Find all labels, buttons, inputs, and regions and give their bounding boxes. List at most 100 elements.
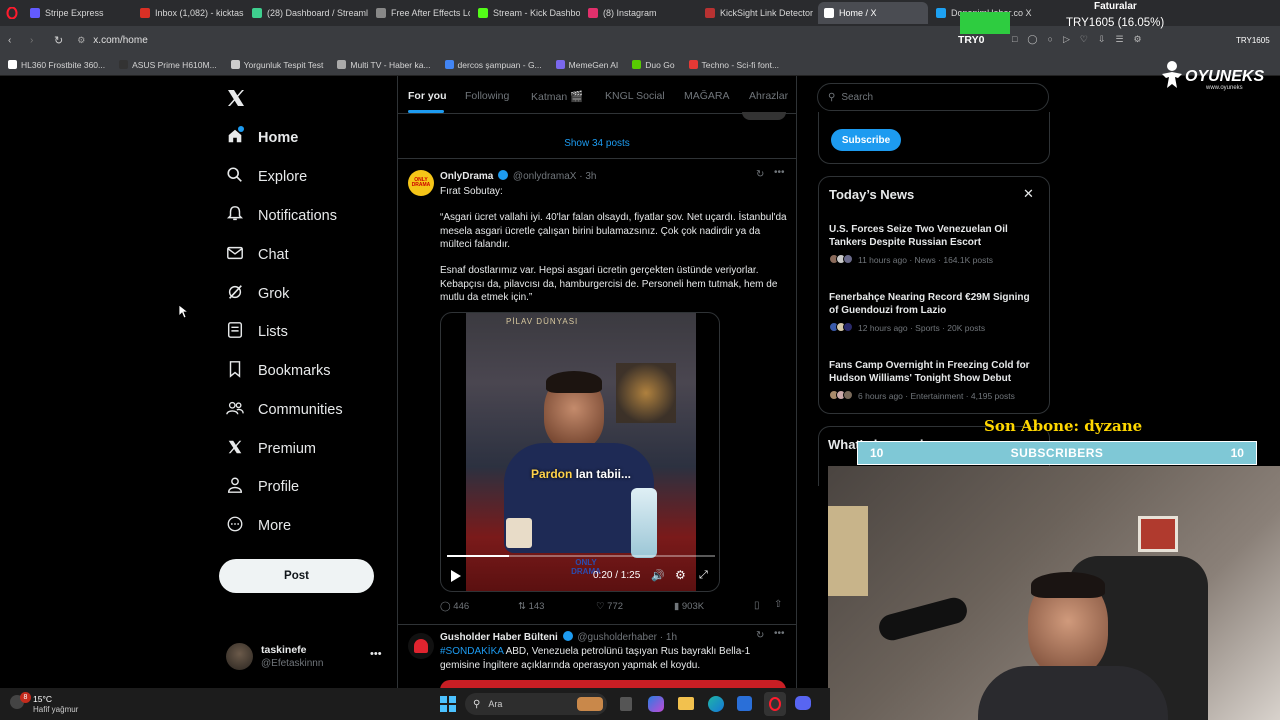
feed-tab[interactable]: Katman 🎬 — [531, 90, 583, 103]
opera-taskbar-icon[interactable] — [764, 692, 786, 716]
search-icon: ⚲ — [828, 91, 836, 103]
sidebar-item-lists[interactable]: Lists — [226, 321, 288, 343]
avatar-stack — [829, 322, 853, 332]
main-feed: For you Following Katman 🎬 KNGL Social MAĞAR… — [397, 76, 797, 720]
task-view-icon[interactable] — [620, 697, 632, 711]
store-icon[interactable] — [737, 696, 752, 711]
tabs-divider — [398, 113, 796, 114]
hashtag-link[interactable]: #SONDAKİKA — [440, 646, 503, 657]
play-icon[interactable] — [451, 569, 461, 587]
copilot-icon[interactable] — [648, 696, 664, 712]
mail-icon — [226, 244, 244, 266]
grok-icon[interactable]: ↻ — [756, 630, 764, 641]
feed-tab[interactable]: MAĞARA — [684, 90, 730, 102]
post-button[interactable]: Post — [219, 559, 374, 593]
video-window-light — [616, 363, 676, 423]
video-player[interactable]: PİLAV DÜNYASI Pardon lan tabii... ONLY D… — [440, 312, 720, 592]
news-item[interactable]: U.S. Forces Seize Two Venezuelan Oil Tan… — [829, 223, 1041, 265]
browser-tab[interactable]: (8) Instagram — [582, 2, 697, 24]
sidebar-item-explore[interactable]: Explore — [226, 166, 307, 188]
edge-icon[interactable] — [708, 696, 724, 712]
volume-icon[interactable]: 🔊 — [651, 569, 665, 582]
bookmark-item[interactable]: dercos şampuan - G... — [444, 60, 542, 70]
sidebar-item-more[interactable]: More — [226, 515, 291, 537]
tweet-author-handle[interactable]: @gusholderhaber — [577, 632, 657, 643]
discord-icon[interactable] — [795, 696, 811, 710]
browser-tab[interactable]: KickSight Link Detector — [699, 2, 816, 24]
browser-tab[interactable]: Stream - Kick Dashboard — [472, 2, 580, 24]
bookmark-item[interactable]: Yorgunluk Tespit Test — [230, 60, 323, 70]
repost-button[interactable]: ⇅ 143 — [518, 601, 544, 612]
tweet-more-icon[interactable]: ••• — [774, 167, 785, 178]
grok-icon[interactable]: ↻ — [756, 169, 764, 180]
feed-tab[interactable]: KNGL Social — [605, 90, 665, 102]
sidebar-item-bookmarks[interactable]: Bookmarks — [226, 360, 331, 382]
feed-tab[interactable]: For you — [408, 90, 447, 102]
news-meta: 12 hours ago · Sports · 20K posts — [858, 323, 986, 333]
post-button-label: Post — [284, 570, 309, 582]
tweet-para2: Esnaf dostlarımız var. Hepsi asgari ücre… — [440, 265, 778, 303]
feed-tab[interactable]: Ahrazlar — [749, 90, 788, 102]
sidebar-item-chat[interactable]: Chat — [226, 244, 289, 266]
browser-tab[interactable]: Stripe Express — [24, 2, 132, 24]
browser-tab[interactable]: Inbox (1,082) - kicktaskine — [134, 2, 244, 24]
divider — [398, 158, 796, 159]
sidebar-item-premium[interactable]: Premium — [226, 438, 316, 460]
views-button[interactable]: ▮ 903K — [674, 601, 704, 612]
tweet-author-name[interactable]: Gusholder Haber Bülteni — [440, 632, 558, 643]
tweet-author-handle[interactable]: @onlydramaX — [513, 171, 577, 182]
tweet-time[interactable]: · 1h — [660, 632, 677, 643]
sidebar-item-label: Chat — [258, 247, 289, 263]
tab-favicon-icon — [824, 8, 834, 18]
bookmark-item[interactable]: Techno - Sci-fi font... — [688, 60, 779, 70]
reply-button[interactable]: ◯ 446 — [440, 601, 469, 612]
sidebar-item-grok[interactable]: Grok — [226, 283, 289, 305]
back-icon[interactable]: ‹ — [8, 35, 20, 46]
sidebar-item-profile[interactable]: Profile — [226, 476, 299, 498]
site-info-icon[interactable]: ⚙ — [77, 35, 85, 46]
fullscreen-icon[interactable]: ⤢ — [699, 569, 708, 582]
browser-tab[interactable]: Free After Effects Lower T — [370, 2, 470, 24]
browser-tab[interactable]: (28) Dashboard / Streamla — [246, 2, 368, 24]
url-field[interactable]: x.com/home — [93, 35, 147, 46]
share-icon[interactable]: ⇧ — [774, 599, 782, 610]
tweet-avatar[interactable] — [408, 633, 434, 659]
tweet-author-name[interactable]: OnlyDrama — [440, 171, 493, 182]
opera-logo-icon[interactable] — [0, 2, 24, 24]
subscribe-button[interactable]: Subscribe — [831, 129, 901, 151]
repost-count: 143 — [528, 601, 545, 612]
video-person-hair — [546, 371, 602, 393]
news-item[interactable]: Fans Camp Overnight in Freezing Cold for… — [829, 359, 1041, 401]
tweet-more-icon[interactable]: ••• — [774, 628, 785, 639]
reload-icon[interactable]: ↻ — [54, 34, 63, 47]
start-icon[interactable] — [440, 696, 456, 712]
file-explorer-icon[interactable] — [678, 697, 694, 710]
sidebar-item-communities[interactable]: Communities — [226, 399, 343, 421]
bookmark-item[interactable]: Duo Go — [632, 60, 675, 70]
browser-tab[interactable]: Home / X — [818, 2, 928, 24]
bookmark-item[interactable]: Multi TV - Haber ka... — [337, 60, 431, 70]
bookmark-item[interactable]: ASUS Prime H610M... — [119, 60, 217, 70]
like-button[interactable]: ♡ 772 — [596, 601, 623, 612]
more-dots-icon[interactable]: ••• — [370, 648, 382, 660]
tweet-time[interactable]: · 3h — [579, 171, 596, 182]
search-input[interactable]: ⚲ Search — [817, 83, 1049, 111]
taskbar-search[interactable]: ⚲ Ara — [465, 693, 607, 715]
tweet-avatar[interactable]: ONLY DRAMA — [408, 170, 434, 196]
video-time: 0:20 / 1:25 — [593, 570, 641, 581]
sidebar-item-notifications[interactable]: Notifications — [226, 205, 337, 227]
account-switcher[interactable]: taskinefe @Efetaskinnn ••• — [226, 642, 386, 674]
tab-favicon-icon — [936, 8, 946, 18]
news-item[interactable]: Fenerbahçe Nearing Record €29M Signing o… — [829, 291, 1041, 333]
weather-widget[interactable]: 8 15°C Hafif yağmur — [10, 692, 100, 716]
close-icon[interactable]: ✕ — [1023, 186, 1034, 202]
bookmark-item[interactable]: MemeGen AI — [555, 60, 618, 70]
bookmark-item[interactable]: HL360 Frostbite 360... — [8, 60, 105, 70]
feed-tab[interactable]: Following — [465, 90, 509, 102]
settings-icon[interactable]: ⚙ — [675, 568, 686, 582]
x-logo-icon[interactable] — [226, 88, 246, 113]
forward-icon[interactable]: › — [30, 35, 42, 46]
bookmark-icon[interactable]: ▯ — [754, 600, 760, 611]
show-posts-link[interactable]: Show 34 posts — [398, 138, 796, 149]
sidebar-item-home[interactable]: Home — [226, 126, 298, 149]
